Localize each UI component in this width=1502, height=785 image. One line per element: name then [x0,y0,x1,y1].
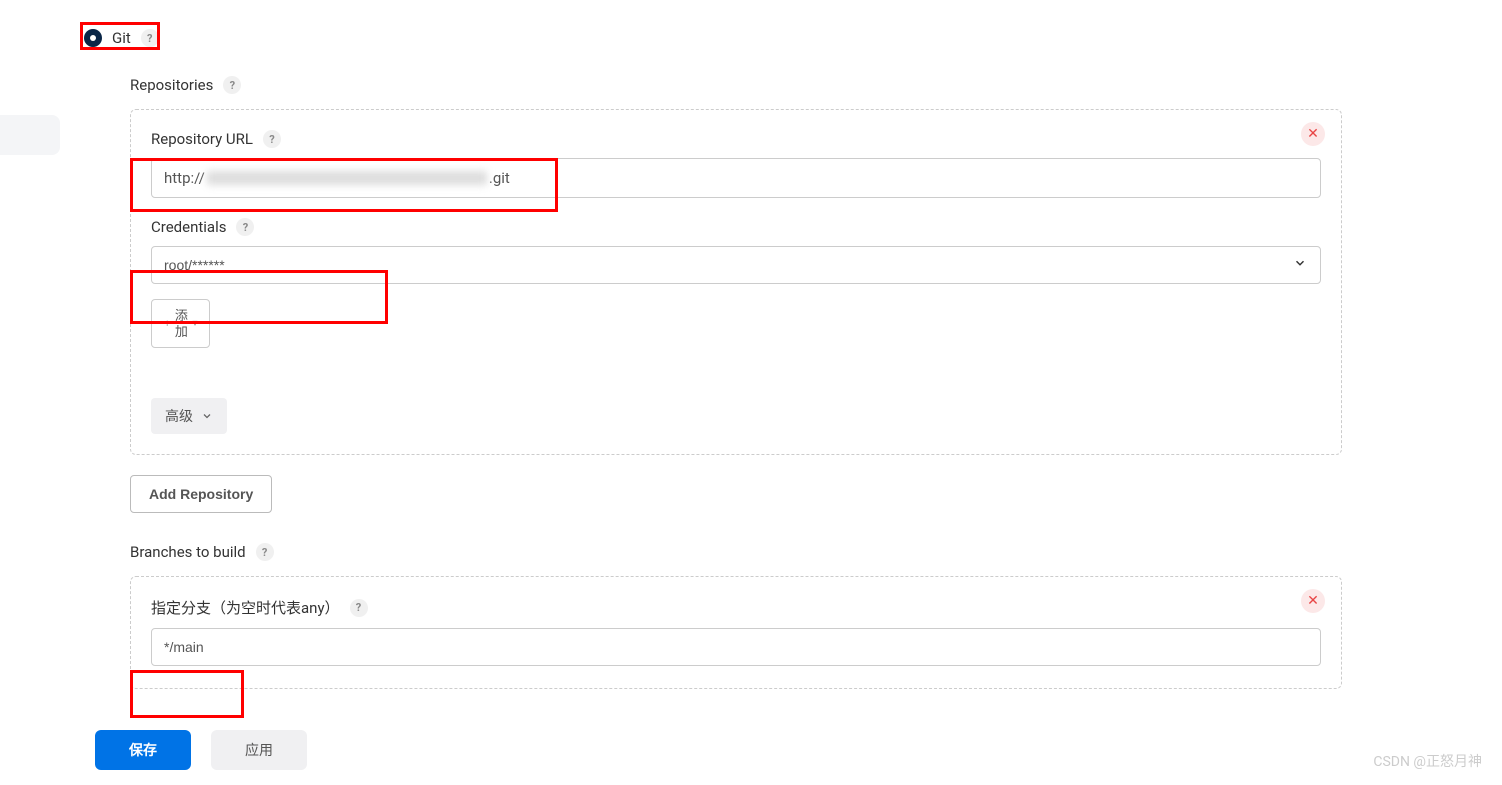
remove-branch-button[interactable]: ✕ [1301,589,1325,613]
branches-label: Branches to build [130,543,246,561]
advanced-label: 高级 [165,406,193,426]
branches-header: Branches to build ? [130,543,1342,561]
credentials-select[interactable]: root/****** [151,246,1321,284]
repository-url-label: Repository URL [151,130,253,148]
repository-entry: ✕ Repository URL ? http:// .git Credenti… [130,109,1342,455]
footer-bar: 保存 应用 [0,715,1502,785]
plus-icon: + [164,318,170,330]
remove-repository-button[interactable]: ✕ [1301,122,1325,146]
add-repository-button[interactable]: Add Repository [130,475,272,513]
watermark: CSDN @正怒月神 [1373,751,1482,771]
help-icon[interactable]: ? [141,29,159,47]
help-icon[interactable]: ? [350,599,368,617]
url-suffix: .git [489,169,510,187]
help-icon[interactable]: ? [256,543,274,561]
help-icon[interactable]: ? [263,130,281,148]
help-icon[interactable]: ? [223,76,241,94]
repositories-section: Repositories ? ✕ Repository URL ? http:/… [130,76,1342,513]
branch-entry: ✕ 指定分支（为空时代表any） ? [130,576,1342,689]
scm-git-option[interactable]: Git ? [80,25,163,51]
branches-section: Branches to build ? ✕ 指定分支（为空时代表any） ? [130,543,1342,689]
help-icon[interactable]: ? [236,218,254,236]
repositories-header: Repositories ? [130,76,1342,94]
repository-url-field: Repository URL ? http:// .git [151,130,1321,198]
caret-down-icon: ▾ [192,318,197,329]
sidebar-tab[interactable] [0,115,60,155]
branch-specifier-input[interactable] [151,628,1321,666]
repository-url-input[interactable]: http:// .git [151,158,1321,198]
url-redacted [207,171,487,185]
credentials-field: Credentials ? root/****** + 添加 ▾ [151,218,1321,348]
scm-git-label: Git [112,29,131,47]
main-content: Git ? Repositories ? ✕ Repository URL ? … [80,0,1502,689]
credentials-label: Credentials [151,218,226,236]
advanced-button[interactable]: 高级 [151,398,227,434]
add-credentials-button[interactable]: + 添加 ▾ [151,299,210,348]
repositories-label: Repositories [130,76,213,94]
radio-selected-icon [84,29,102,47]
save-button[interactable]: 保存 [95,730,191,770]
apply-button[interactable]: 应用 [211,730,307,770]
branch-specifier-label: 指定分支（为空时代表any） [151,597,340,618]
url-prefix: http:// [164,169,205,187]
add-button-label: 添加 [174,308,188,339]
chevron-down-icon [201,410,213,422]
